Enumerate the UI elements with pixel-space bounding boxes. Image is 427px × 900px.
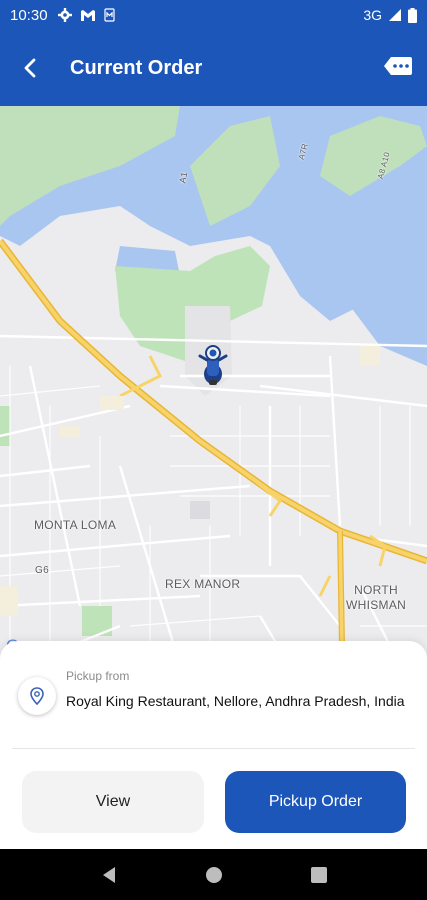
page-title: Current Order	[70, 56, 203, 79]
sim-icon	[103, 8, 115, 22]
network-type: 3G	[363, 7, 382, 23]
chat-bubble-icon	[384, 57, 412, 75]
pickup-pin-badge	[18, 677, 56, 715]
status-time: 10:30	[10, 6, 48, 24]
nav-home-icon[interactable]	[205, 866, 223, 884]
map-label-a1: A1	[177, 170, 190, 184]
map-label-g6: G6	[35, 565, 49, 576]
map-label-rex-manor: REX MANOR	[165, 577, 241, 591]
battery-icon	[408, 7, 417, 23]
map-view[interactable]: G o MONTA LOMA REX MANOR NORTH WHISMAN G…	[0, 106, 427, 666]
chat-button[interactable]	[383, 54, 413, 82]
app-bar: Current Order	[0, 30, 427, 106]
pickup-caption: Pickup from	[66, 669, 130, 683]
order-details-sheet: Pickup from Royal King Restaurant, Nello…	[0, 641, 427, 849]
chevron-left-icon	[24, 58, 36, 78]
nav-back-icon[interactable]	[101, 866, 117, 884]
map-label-north-whisman: NORTH WHISMAN	[346, 583, 407, 612]
pickup-order-button[interactable]: Pickup Order	[225, 771, 406, 833]
signal-icon	[389, 9, 401, 21]
system-nav-bar	[0, 849, 427, 900]
status-right-group: 3G	[363, 7, 417, 23]
map-label-monta-loma: MONTA LOMA	[34, 518, 117, 532]
status-bar: 10:30 3G	[0, 0, 427, 30]
view-button[interactable]: View	[22, 771, 204, 833]
pickup-address: Royal King Restaurant, Nellore, Andhra P…	[66, 693, 405, 709]
back-button[interactable]	[0, 30, 60, 106]
delivery-scooter-icon[interactable]	[197, 340, 229, 386]
gear-icon	[57, 8, 72, 22]
sheet-divider	[12, 748, 415, 749]
status-notification-icons	[57, 8, 115, 22]
pickup-text: Pickup from Royal King Restaurant, Nello…	[66, 663, 416, 715]
location-pin-icon	[30, 687, 44, 705]
nav-recents-icon[interactable]	[310, 866, 327, 883]
gmail-icon	[80, 9, 95, 21]
pickup-row: Pickup from Royal King Restaurant, Nello…	[18, 663, 417, 715]
